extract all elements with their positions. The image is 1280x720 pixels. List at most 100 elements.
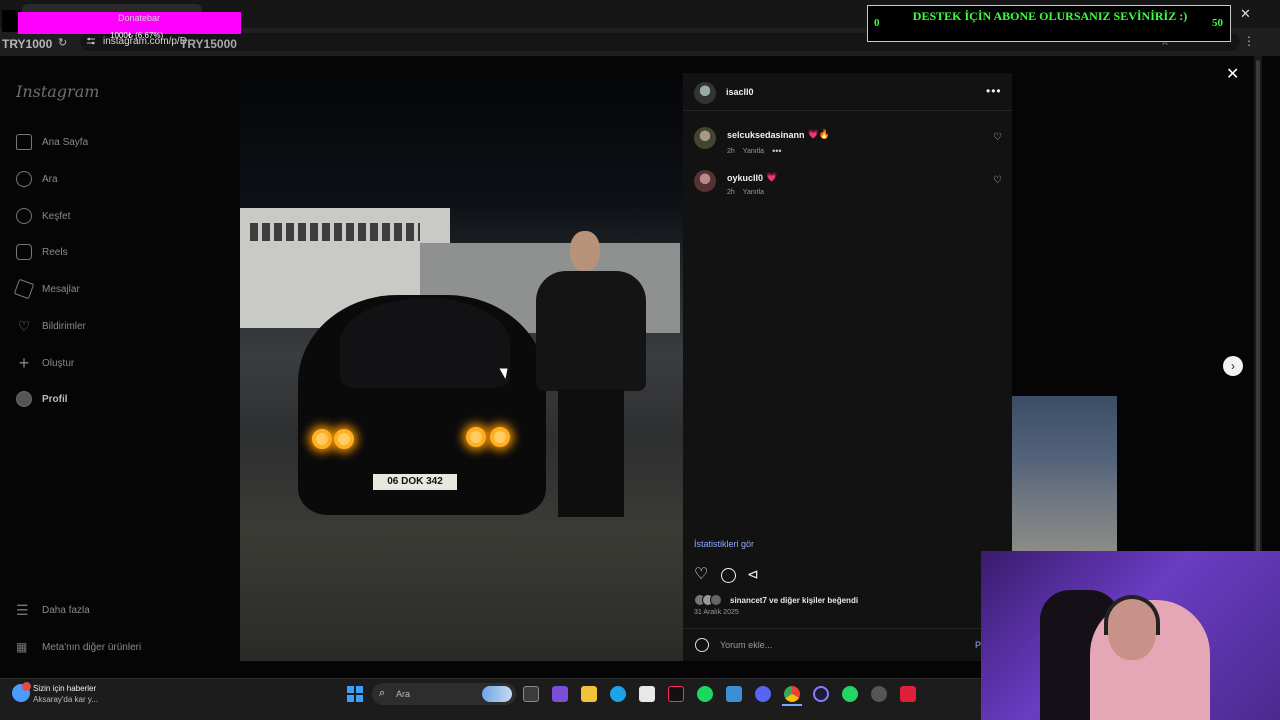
nav-notifications[interactable]: ♡ Bildirimler xyxy=(16,316,86,336)
likers-avatars[interactable] xyxy=(694,594,726,606)
comment-username[interactable]: oykucll0 xyxy=(727,173,763,183)
subscribe-overlay: DESTEK İÇİN ABONE OLURSANIZ SEVİNİRİZ :)… xyxy=(867,5,1231,42)
photo-car-roof xyxy=(340,298,510,388)
post-photo[interactable]: 06 DOK 342 xyxy=(240,73,683,661)
nav-reels[interactable]: Reels xyxy=(16,242,68,262)
taskbar-search-label[interactable]: Ara xyxy=(396,689,410,699)
donate-progress-text: 1000₺ (6.67%) xyxy=(110,31,164,40)
comment-divider xyxy=(683,628,1012,629)
nav-create-label: Oluştur xyxy=(42,357,75,369)
headlight-right-inner xyxy=(466,427,486,447)
liker-avatar xyxy=(710,594,722,606)
nav-search-label: Ara xyxy=(42,173,58,185)
app-icon[interactable] xyxy=(726,686,742,702)
comment-like-icon[interactable]: ♡ xyxy=(993,175,1002,186)
subscribe-text: DESTEK İÇİN ABONE OLURSANIZ SEVİNİRİZ :) xyxy=(912,9,1188,23)
comment-time: 2h xyxy=(727,147,735,155)
home-icon xyxy=(16,134,32,150)
likes-summary[interactable]: sinancet7 ve diğer kişiler beğendi xyxy=(730,596,858,605)
heart-icon: ♡ xyxy=(17,318,31,334)
chrome-icon[interactable] xyxy=(784,686,800,702)
photo-person-head xyxy=(570,231,600,271)
window-close-icon[interactable]: ✕ xyxy=(1240,6,1251,22)
task-view-icon[interactable] xyxy=(523,686,539,702)
nav-meta[interactable]: ▦ Meta'nın diğer ürünleri xyxy=(16,637,141,657)
comment-time: 2h xyxy=(727,189,735,196)
nav-messages[interactable]: Mesajlar xyxy=(13,278,80,300)
comment-text: 💗 xyxy=(766,172,778,182)
owner-username[interactable]: isacll0 xyxy=(726,87,754,97)
view-insights-link[interactable]: İstatistikleri gör xyxy=(694,539,754,549)
owner-avatar[interactable] xyxy=(694,82,716,104)
subscribe-right-count: 50 xyxy=(1212,17,1223,29)
comment-reply-button[interactable]: Yanıtla xyxy=(743,189,764,196)
next-post-arrow-icon[interactable]: › xyxy=(1223,356,1243,376)
app-icon[interactable] xyxy=(813,686,829,702)
nav-profile-label: Profil xyxy=(42,393,68,405)
headlight-left-outer xyxy=(312,429,332,449)
news-badge xyxy=(22,682,31,691)
more-options-icon[interactable]: ••• xyxy=(986,84,1002,98)
store-icon[interactable] xyxy=(639,686,655,702)
edge-icon[interactable] xyxy=(610,686,626,702)
news-widget-subtitle[interactable]: Aksaray'da kar y... xyxy=(33,695,98,704)
nav-explore-label: Keşfet xyxy=(42,210,71,222)
comment-username[interactable]: selcuksedasinann xyxy=(727,130,805,140)
headlight-right-outer xyxy=(490,427,510,447)
instagram-logo[interactable]: Instagram xyxy=(16,82,99,101)
next-post-preview[interactable] xyxy=(1012,396,1117,551)
spotify-icon[interactable] xyxy=(697,686,713,702)
nav-reels-label: Reels xyxy=(42,246,68,258)
donate-min-amount: TRY1000 xyxy=(2,37,53,51)
grid-icon: ▦ xyxy=(16,640,28,654)
nav-search[interactable]: Ara xyxy=(16,169,58,189)
comment-text: 💗🔥 xyxy=(807,129,830,139)
emoji-picker-icon[interactable] xyxy=(695,638,709,652)
nav-create[interactable]: + Oluştur xyxy=(16,353,75,373)
comment-bubble-icon[interactable] xyxy=(721,568,736,583)
copilot-icon[interactable] xyxy=(552,686,568,702)
discord-icon[interactable] xyxy=(755,686,771,702)
search-highlight-icon[interactable] xyxy=(482,686,512,702)
browser-menu-icon[interactable]: ⋮ xyxy=(1243,34,1255,48)
likes-summary-rest: ve diğer kişiler beğendi xyxy=(766,596,859,605)
photo-building-windows xyxy=(250,223,420,241)
file-explorer-icon[interactable] xyxy=(581,686,597,702)
tiktok-icon[interactable] xyxy=(668,686,684,702)
comment-avatar[interactable] xyxy=(694,170,716,192)
comment-line: oykucll0 💗 xyxy=(727,172,777,183)
nav-more[interactable]: ☰ Daha fazla xyxy=(16,600,90,620)
news-widget-title[interactable]: Sizin için haberler xyxy=(33,684,96,693)
license-plate: 06 DOK 342 xyxy=(373,474,457,490)
plus-icon: + xyxy=(18,353,30,373)
photo-person-legs xyxy=(558,389,624,517)
settings-gear-icon[interactable] xyxy=(871,686,887,702)
photo-person-jacket xyxy=(536,271,646,391)
windows-start-icon[interactable] xyxy=(347,686,363,702)
nav-explore[interactable]: Keşfet xyxy=(16,206,70,226)
headlight-left-inner xyxy=(334,429,354,449)
share-send-icon[interactable]: ⊲ xyxy=(747,566,759,583)
taskbar-search-icon: ⌕ xyxy=(379,687,386,699)
close-modal-icon[interactable]: ✕ xyxy=(1226,64,1239,84)
comment-avatar[interactable] xyxy=(694,127,716,149)
whatsapp-icon[interactable] xyxy=(842,686,858,702)
donate-label: Donatebar xyxy=(118,13,161,23)
app-icon[interactable] xyxy=(900,686,916,702)
reels-icon xyxy=(16,244,32,260)
comment-input[interactable]: Yorum ekle... xyxy=(720,640,772,650)
site-settings-icon[interactable] xyxy=(86,36,96,46)
like-heart-icon[interactable]: ♡ xyxy=(694,567,708,583)
comment-like-icon[interactable]: ♡ xyxy=(993,132,1002,143)
nav-notifications-label: Bildirimler xyxy=(42,320,86,332)
search-icon xyxy=(16,171,32,187)
nav-more-label: Daha fazla xyxy=(42,604,90,616)
liker-username[interactable]: sinancet7 xyxy=(730,596,767,605)
nav-home[interactable]: Ana Sayfa xyxy=(16,132,88,152)
donate-progress-bar: Donatebar 1000₺ (6.67%) xyxy=(18,12,241,40)
comment-more-icon[interactable]: ••• xyxy=(772,146,781,156)
nav-profile[interactable]: Profil xyxy=(16,389,68,409)
panel-divider xyxy=(683,110,1012,111)
reload-icon[interactable]: ↻ xyxy=(58,36,67,49)
comment-reply-button[interactable]: Yanıtla xyxy=(743,148,764,155)
